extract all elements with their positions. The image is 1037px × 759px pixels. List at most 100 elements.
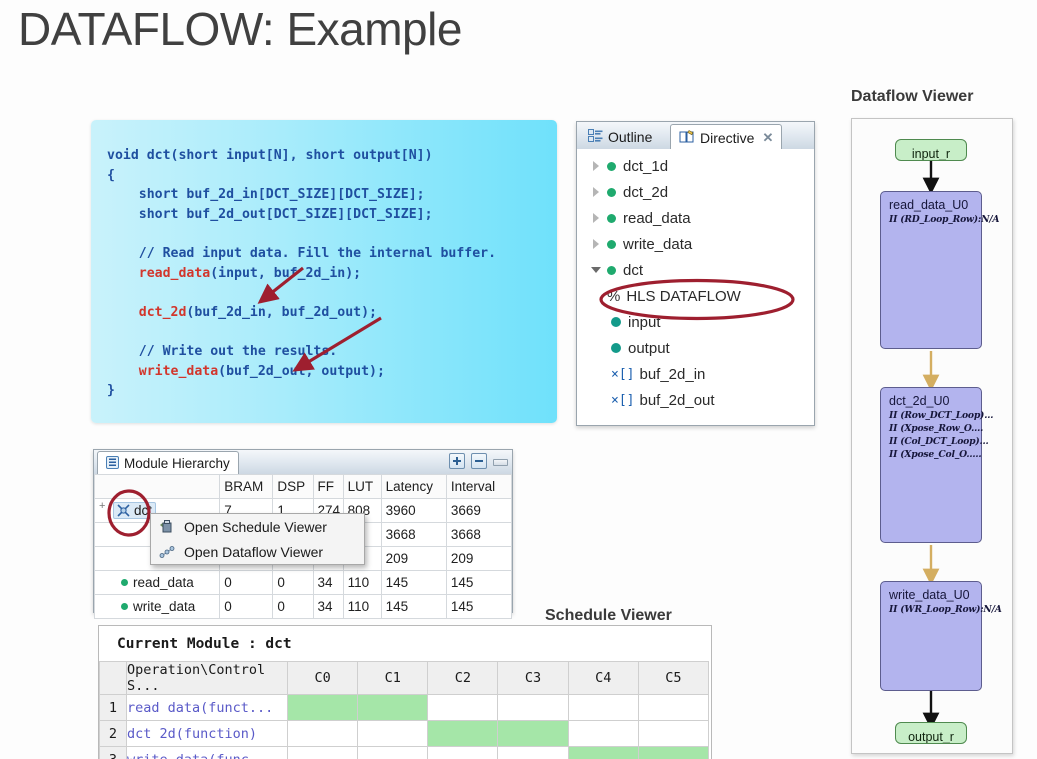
tree-item-write-data[interactable]: write_data <box>577 231 814 257</box>
dataflow-viewer-label: Dataflow Viewer <box>851 88 974 105</box>
dataflow-node-detail: II (Xpose_Col_O..... <box>889 449 982 460</box>
tree-item-dct-2d[interactable]: dct_2d <box>577 179 814 205</box>
table-header-row: BRAM DSP FF LUT Latency Interval <box>93 474 513 499</box>
tree-item-label: buf_2d_in <box>639 365 706 383</box>
green-dot-icon <box>607 265 616 275</box>
chevron-down-icon[interactable] <box>591 264 603 276</box>
control-step-header[interactable]: C2 <box>427 661 499 695</box>
dataflow-node-dct_2d_U0[interactable]: dct_2d_U0 II (Row_DCT_Loop)... II (Xpose… <box>880 387 993 543</box>
control-step-header[interactable]: C0 <box>286 661 359 695</box>
operation-name[interactable]: read data(funct... <box>126 694 288 721</box>
cell-ff: 34 <box>312 570 344 595</box>
operation-name[interactable]: write data(func... <box>126 746 288 759</box>
expand-icon[interactable] <box>99 500 108 515</box>
expand-all-icon[interactable] <box>449 453 465 469</box>
module-name-cell[interactable]: write_data <box>93 594 221 619</box>
tree-item-input[interactable]: input <box>577 309 814 335</box>
dataflow-node-name: write_data_U0 <box>889 588 970 602</box>
menu-item-open-schedule-viewer[interactable]: Open Schedule Viewer <box>151 514 364 539</box>
directive-book-icon <box>679 129 695 147</box>
column-header[interactable]: LUT <box>342 474 382 499</box>
control-step-header[interactable]: C4 <box>567 661 639 695</box>
column-header[interactable]: BRAM <box>219 474 274 499</box>
tree-item-label: dct <box>623 261 644 279</box>
hierarchy-icon <box>106 455 119 472</box>
tree-item-output[interactable]: output <box>577 335 814 361</box>
column-header[interactable]: Interval <box>445 474 513 499</box>
tab-directive[interactable]: Directive ✕ <box>670 124 783 152</box>
array-icon: ×[] <box>611 392 635 408</box>
green-dot-icon <box>121 603 128 610</box>
column-header[interactable]: DSP <box>272 474 314 499</box>
column-header[interactable] <box>93 474 221 499</box>
schedule-row[interactable]: 1 read data(funct... <box>99 694 710 721</box>
menu-item-label: Open Dataflow Viewer <box>184 543 324 560</box>
tree-item-label: dct_1d <box>623 157 669 175</box>
dataflow-node-name: dct_2d_U0 <box>889 394 950 408</box>
dataflow-port-input[interactable]: input_r <box>895 139 967 161</box>
schedule-cell-C2 <box>427 746 499 759</box>
minimize-icon[interactable] <box>493 457 508 466</box>
schedule-row[interactable]: 2 dct 2d(function) <box>99 720 710 747</box>
module-name-cell[interactable]: read_data <box>93 570 221 595</box>
dataflow-node-write_data_U0[interactable]: write_data_U0 II (WR_Loop_Row):N/A <box>880 581 1002 691</box>
cell-interval: 3668 <box>445 522 513 547</box>
tree-item-read-data[interactable]: read_data <box>577 205 814 231</box>
schedule-table: Operation\Control S... C0 C1 C2 C3 C4 C5 1 read… <box>99 661 710 759</box>
operation-name[interactable]: dct 2d(function) <box>126 720 288 747</box>
cell-bram: 0 <box>219 570 274 595</box>
dataflow-port-output[interactable]: output_r <box>895 722 967 744</box>
chevron-right-icon[interactable] <box>591 186 603 198</box>
schedule-viewer-panel: Current Module : dct Operation\Control S… <box>98 625 712 759</box>
tree-item-dct[interactable]: dct <box>577 257 814 283</box>
tab-directive-label: Directive <box>700 130 755 146</box>
tree-item-buf-2d-out[interactable]: ×[] buf_2d_out <box>577 387 814 413</box>
schedule-cell-C1 <box>357 746 429 759</box>
tree-item-label: dct_2d <box>623 183 669 201</box>
tab-module-hierarchy[interactable]: Module Hierarchy <box>97 451 239 476</box>
dataflow-node-detail: II (WR_Loop_Row):N/A <box>889 604 1002 615</box>
tab-outline[interactable]: Outline <box>580 124 660 149</box>
table-row[interactable]: read_data 0 0 34 110 145 145 <box>93 570 513 595</box>
dataflow-viewer-icon <box>159 544 175 560</box>
schedule-cell-C4 <box>567 746 639 759</box>
row-index: 1 <box>99 694 127 721</box>
cell-lut: 110 <box>342 594 382 619</box>
column-header[interactable]: FF <box>312 474 344 499</box>
control-step-header[interactable]: C3 <box>497 661 569 695</box>
dataflow-node-read_data_U0[interactable]: read_data_U0 II (RD_Loop_Row):N/A <box>880 191 1000 349</box>
dataflow-port-label: output_r <box>908 730 954 744</box>
tree-item-label: write_data <box>623 235 693 253</box>
chevron-right-icon[interactable] <box>591 160 603 172</box>
control-step-header[interactable]: C5 <box>637 661 710 695</box>
outline-directive-panel: Outline Directive ✕ dct_1d dct_2d read_dat… <box>576 121 815 426</box>
menu-item-label: Open Schedule Viewer <box>184 518 327 535</box>
column-header[interactable]: Latency <box>380 474 447 499</box>
schedule-row[interactable]: 3write data(func... <box>99 746 710 759</box>
cell-interval: 3669 <box>445 498 513 523</box>
chevron-right-icon[interactable] <box>591 238 603 250</box>
code-listing: void dct(short input[N], short output[N]… <box>107 148 497 399</box>
cell-latency: 145 <box>380 594 447 619</box>
table-row[interactable]: write_data 0 0 34 110 145 145 <box>93 594 513 619</box>
tree-item-dct-1d[interactable]: dct_1d <box>577 153 814 179</box>
tree-item-hls-dataflow[interactable]: % HLS DATAFLOW <box>577 283 814 309</box>
control-step-header[interactable]: C1 <box>357 661 429 695</box>
collapse-all-icon[interactable] <box>471 453 487 469</box>
menu-item-open-dataflow-viewer[interactable]: Open Dataflow Viewer <box>151 539 364 564</box>
cell-latency: 3668 <box>380 522 447 547</box>
cell-dsp: 0 <box>272 594 314 619</box>
chevron-right-icon[interactable] <box>591 212 603 224</box>
green-dot-icon <box>121 579 128 586</box>
module-context-menu[interactable]: Open Schedule Viewer Open Dataflow Viewe… <box>150 513 365 565</box>
schedule-cell-C3 <box>497 746 569 759</box>
array-icon: ×[] <box>611 366 635 382</box>
tree-item-label: buf_2d_out <box>639 391 715 409</box>
percent-icon: % <box>607 287 621 305</box>
schedule-cell-C5 <box>637 746 710 759</box>
tree-item-buf-2d-in[interactable]: ×[] buf_2d_in <box>577 361 814 387</box>
operation-column-header[interactable]: Operation\Control S... <box>126 661 288 695</box>
close-icon[interactable]: ✕ <box>762 130 773 146</box>
dataflow-node-name: read_data_U0 <box>889 198 969 212</box>
schedule-viewer-label: Schedule Viewer <box>545 607 672 624</box>
